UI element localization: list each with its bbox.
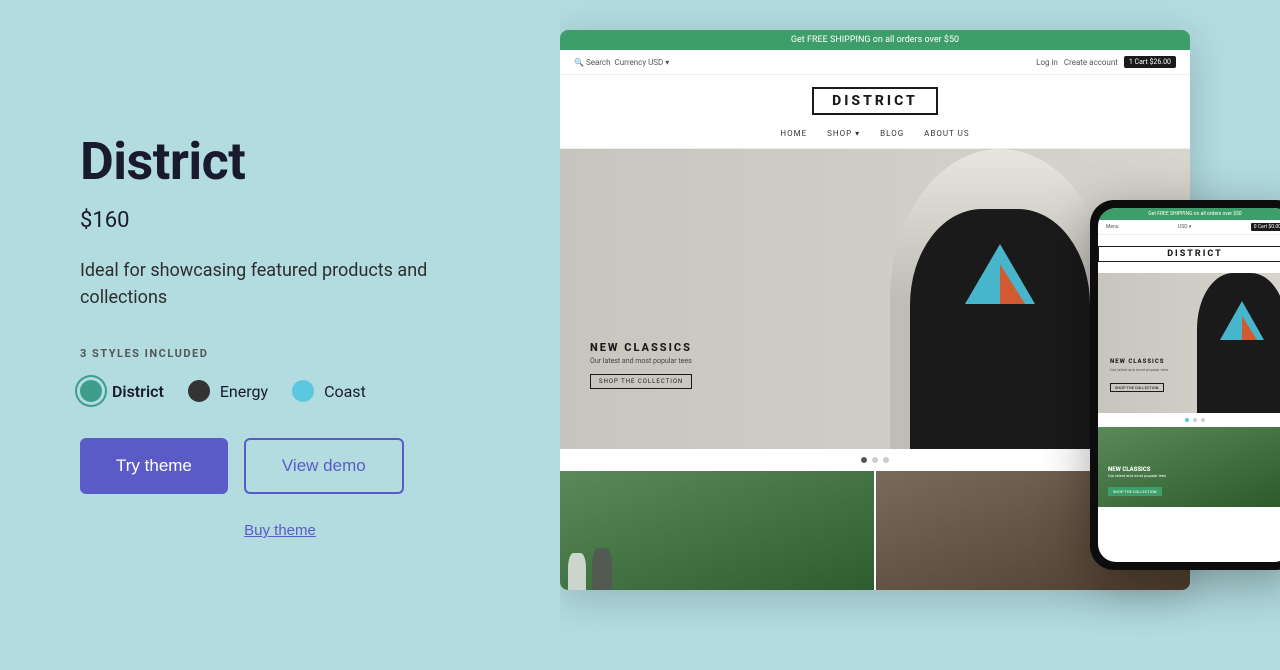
login-label: Log in <box>1036 58 1058 67</box>
mobile-dot-3 <box>1201 418 1205 422</box>
mobile-dot-1 <box>1185 418 1189 422</box>
browser-nav: 🔍 Search Currency USD ▾ Log in Create ac… <box>560 50 1190 75</box>
hero-person-bg <box>890 149 1110 449</box>
mobile-shirt-logo <box>1217 298 1267 343</box>
mobile-mockup: Get FREE SHIPPING on all orders over $50… <box>1090 200 1280 570</box>
mobile-hero-bg: NEW CLASSICS Our latest and most popular… <box>1098 273 1280 413</box>
energy-color-dot <box>188 380 210 402</box>
mobile-screen: Get FREE SHIPPING on all orders over $50… <box>1098 208 1280 562</box>
mobile-bottom-heading: NEW CLASSICS <box>1108 466 1166 473</box>
action-buttons: Try theme View demo <box>80 438 480 494</box>
mobile-hero-heading: NEW CLASSICS <box>1110 358 1168 365</box>
mobile-bottom-cta: SHOP THE COLLECTION <box>1108 487 1162 496</box>
menu-shop: SHOP ▾ <box>827 129 860 138</box>
right-panel: Get FREE SHIPPING on all orders over $50… <box>560 0 1280 670</box>
left-panel: District $160 Ideal for showcasing featu… <box>0 71 560 599</box>
style-name-coast: Coast <box>324 382 366 401</box>
hero-heading: NEW CLASSICS <box>590 341 692 354</box>
view-demo-button[interactable]: View demo <box>244 438 404 494</box>
currency-label: Currency USD ▾ <box>615 58 670 67</box>
mobile-person <box>1197 273 1280 413</box>
style-name-energy: Energy <box>220 382 268 401</box>
mobile-bottom-bg: NEW CLASSICS Our latest and most popular… <box>1098 427 1280 507</box>
person-tshirt <box>910 209 1090 449</box>
mobile-bottom-sub: Our latest and most popular tees <box>1108 473 1166 478</box>
theme-description: Ideal for showcasing featured products a… <box>80 257 480 311</box>
mobile-bottom-text: NEW CLASSICS Our latest and most popular… <box>1108 466 1166 497</box>
browser-nav-right: Log in Create account 1 Cart $26.00 <box>1036 56 1176 68</box>
dot-2 <box>872 457 878 463</box>
create-account-label: Create account <box>1064 58 1118 67</box>
mobile-logo: DISTRICT <box>1098 246 1280 262</box>
mobile-dots <box>1098 413 1280 427</box>
browser-menu: HOME SHOP ▾ BLOG ABOUT US <box>560 123 1190 149</box>
forest-image <box>560 471 874 590</box>
try-theme-button[interactable]: Try theme <box>80 438 228 494</box>
mobile-nav-bar: Menu USD ▾ 0 Cart $0.00 <box>1098 220 1280 235</box>
style-option-district[interactable]: District <box>80 380 164 402</box>
mobile-bottom-section: NEW CLASSICS Our latest and most popular… <box>1098 427 1280 507</box>
mobile-dot-2 <box>1193 418 1197 422</box>
dot-1 <box>861 457 867 463</box>
menu-blog: BLOG <box>880 129 904 138</box>
people-silhouettes <box>568 548 612 590</box>
browser-nav-left: 🔍 Search Currency USD ▾ <box>574 58 669 67</box>
browser-logo-area: DISTRICT <box>560 75 1190 123</box>
mobile-hero-cta: SHOP THE COLLECTION <box>1110 383 1164 392</box>
mobile-currency-label: USD ▾ <box>1178 224 1191 230</box>
coast-color-dot <box>292 380 314 402</box>
person-1 <box>568 553 586 590</box>
person-2 <box>592 548 612 590</box>
style-options: District Energy Coast <box>80 380 480 402</box>
mobile-hero-sub: Our latest and most popular tees <box>1110 367 1168 372</box>
mobile-hero-text: NEW CLASSICS Our latest and most popular… <box>1110 358 1168 393</box>
theme-price: $160 <box>80 208 480 233</box>
cart-label: 1 Cart $26.00 <box>1124 56 1176 68</box>
menu-about: ABOUT US <box>924 129 969 138</box>
theme-title: District <box>80 131 480 192</box>
district-logo: DISTRICT <box>812 87 938 115</box>
search-label: 🔍 Search <box>574 58 611 67</box>
hero-cta: SHOP THE COLLECTION <box>590 374 692 389</box>
browser-top-bar: Get FREE SHIPPING on all orders over $50 <box>560 30 1190 50</box>
hero-text-overlay: NEW CLASSICS Our latest and most popular… <box>590 341 692 389</box>
style-option-energy[interactable]: Energy <box>188 380 268 402</box>
style-name-district: District <box>112 382 164 401</box>
mobile-cart-label: 0 Cart $0.00 <box>1251 223 1280 231</box>
menu-home: HOME <box>780 129 807 138</box>
shirt-triangle-logo <box>960 239 1040 309</box>
dot-3 <box>883 457 889 463</box>
styles-label: 3 STYLES INCLUDED <box>80 347 480 360</box>
mobile-hero: NEW CLASSICS Our latest and most popular… <box>1098 273 1280 413</box>
hero-sub: Our latest and most popular tees <box>590 357 692 365</box>
style-option-coast[interactable]: Coast <box>292 380 366 402</box>
mobile-top-bar: Get FREE SHIPPING on all orders over $50 <box>1098 208 1280 220</box>
buy-theme-link[interactable]: Buy theme <box>80 522 480 539</box>
district-color-dot <box>80 380 102 402</box>
grid-cell-forest <box>560 471 874 590</box>
mobile-menu-label: Menu <box>1106 224 1119 230</box>
mobile-logo-area: DISTRICT <box>1098 235 1280 273</box>
